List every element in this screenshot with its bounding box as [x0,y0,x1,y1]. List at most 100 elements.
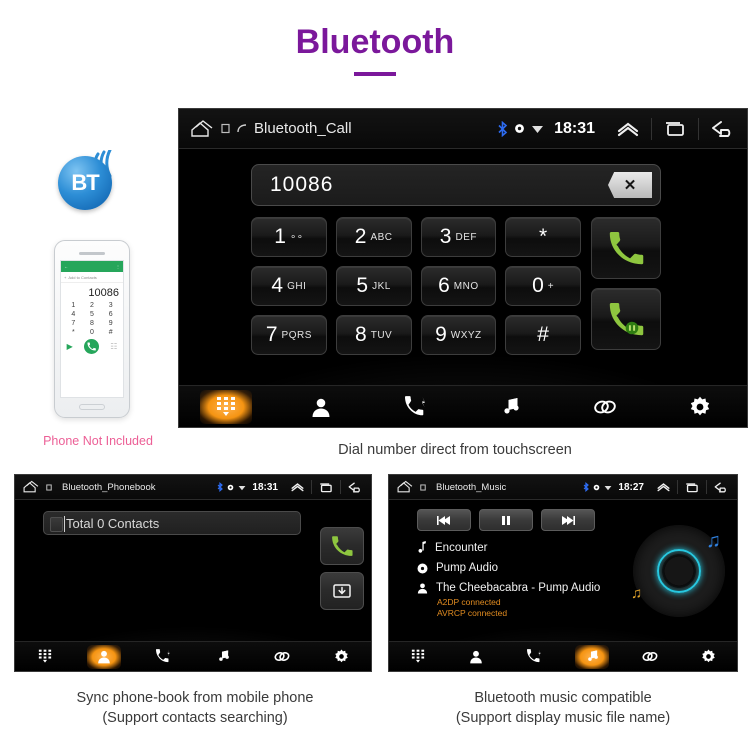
wifi-icon [531,123,544,134]
key-7[interactable]: 7 PQRS [251,315,327,355]
a2dp-status: A2DP connected [437,597,501,607]
back-icon[interactable] [714,481,730,494]
text-caret [64,516,65,532]
music-navbar [389,641,737,671]
nav-keypad[interactable] [28,645,62,669]
key-3[interactable]: 3 DEF [420,217,497,257]
keypad-row: 1 ∘∘ 2 ABC 3 DEF * [251,217,581,257]
call-button-column [591,217,661,359]
chevron-up-icon[interactable] [657,482,670,492]
phone-add-contact-row: + Add to Contacts [61,272,123,283]
nav-contacts[interactable] [86,644,121,669]
nav-keypad[interactable] [401,645,435,669]
signal-dot-icon [514,123,525,134]
phonebook-navbar [15,641,371,671]
nav-settings[interactable] [674,390,726,424]
previous-track-button[interactable] [417,509,471,531]
recents-icon[interactable] [319,482,333,493]
music-note-icon: ♫ [706,530,721,552]
key-9[interactable]: 9 WXYZ [420,315,497,355]
call-statusbar: Bluetooth_Call 18:31 [179,109,747,149]
nav-call-history[interactable] [517,645,551,669]
backspace-icon[interactable]: ✕ [608,172,652,198]
track-album-row: Pump Audio [417,562,647,574]
dial-call-button[interactable] [591,217,661,279]
phonebook-call-button[interactable] [320,527,364,565]
artist-icon [417,582,428,594]
bluetooth-signal-icon: BT [58,150,120,212]
signal-dot-icon [227,484,234,491]
nav-pair[interactable] [633,645,667,669]
nav-call-history[interactable] [146,645,180,669]
pause-button[interactable] [479,509,533,531]
key-sub: ABC [370,231,393,243]
nav-call-history[interactable] [390,390,442,424]
key-label: 1 [274,225,286,248]
bluetooth-icon [497,120,508,137]
key-sub: + [547,280,555,292]
vinyl-ring [657,549,701,593]
call-caption: Dial number direct from touchscreen [338,442,572,458]
nav-pair[interactable] [579,390,631,424]
chevron-up-icon[interactable] [291,482,304,492]
key-star[interactable]: * [505,217,581,257]
call-screen-title: Bluetooth_Call [254,120,352,137]
key-1[interactable]: 1 ∘∘ [251,217,327,257]
key-5[interactable]: 5 JKL [335,266,412,306]
nav-contacts[interactable] [459,645,493,669]
key-4[interactable]: 4 GHI [251,266,327,306]
track-artist-row: The Cheebacabra - Pump Audio [417,582,647,594]
key-0[interactable]: 0 + [505,266,581,306]
dial-input[interactable]: 10086 ✕ [251,164,661,206]
key-8[interactable]: 8 TUV [335,315,412,355]
key-label: 8 [355,323,367,346]
bt-badge: BT [58,156,112,210]
nav-music[interactable] [484,390,536,424]
nav-settings[interactable] [691,645,725,669]
bt-label: BT [71,170,99,195]
chevron-up-icon[interactable] [617,121,639,137]
home-icon[interactable] [22,480,40,494]
wifi-icon [238,484,246,491]
phone-dialed-number: 10086 [88,287,119,299]
phonebook-clock: 18:31 [252,481,278,493]
nav-settings[interactable] [324,645,358,669]
end-call-button[interactable] [591,288,661,350]
key-hash[interactable]: # [505,315,581,355]
track-artist: The Cheebacabra - Pump Audio [436,582,601,594]
key-sub: PQRS [281,329,312,341]
nav-music[interactable] [575,644,609,669]
page-title-block: Bluetooth [0,22,750,76]
phonebook-download-button[interactable] [320,572,364,610]
phone-key: 3 [108,302,113,309]
back-icon[interactable] [711,119,737,139]
recents-icon[interactable] [664,120,686,137]
home-icon[interactable] [396,480,414,494]
key-6[interactable]: 6 MNO [420,266,497,306]
back-icon[interactable] [348,481,364,494]
bluetooth-call-screen: Bluetooth_Call 18:31 10086 ✕ 1 ∘∘ 2 ABC … [178,108,748,428]
nav-pair[interactable] [265,645,299,669]
phone-screen: ← ⋮ + Add to Contacts 10086 1 2 3 4 5 6 … [60,260,124,398]
key-2[interactable]: 2 ABC [335,217,412,257]
recents-icon[interactable] [685,482,699,493]
phone-appbar: ← ⋮ [61,261,123,272]
key-label: # [537,323,549,346]
nav-contacts[interactable] [295,390,347,424]
home-icon[interactable] [189,119,215,139]
nav-keypad[interactable] [200,389,253,424]
key-sub: TUV [370,329,393,341]
contacts-search-input[interactable]: Total 0 Contacts [43,511,301,535]
track-title-row: Encounter [417,541,647,554]
phone-actions: ▶ ☷ [61,339,123,354]
key-sub: ∘∘ [289,231,304,243]
page-title: Bluetooth [295,23,455,61]
bluetooth-icon [217,482,224,492]
call-clock: 18:31 [554,119,595,137]
album-disc-icon [417,563,428,574]
bluetooth-icon [583,482,590,492]
key-label: 7 [265,323,278,346]
nav-music[interactable] [206,645,240,669]
keypad-row: 4 GHI 5 JKL 6 MNO 0 + [251,266,581,306]
next-track-button[interactable] [541,509,595,531]
